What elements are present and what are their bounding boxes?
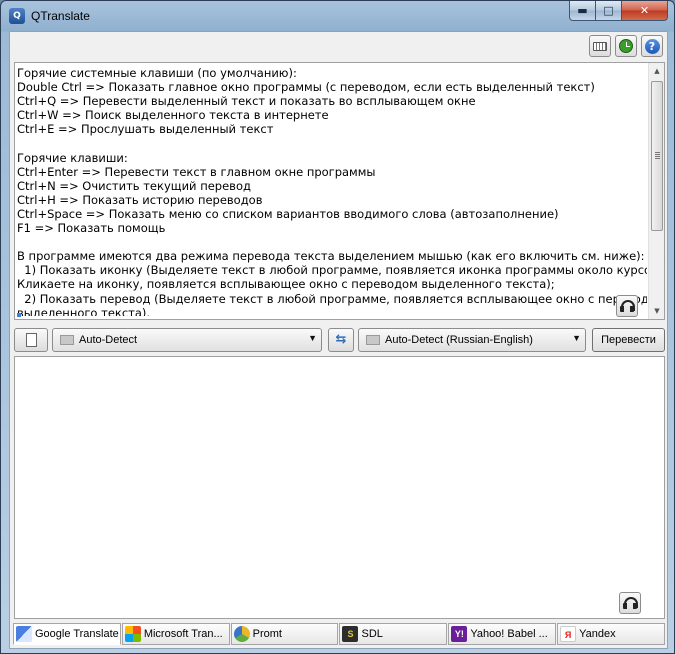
promt-icon [233, 626, 250, 642]
source-text-area[interactable]: Горячие системные клавиши (по умолчанию)… [14, 62, 665, 320]
title-bar[interactable]: Q QTranslate ▬ □ ✕ [1, 1, 674, 31]
tab-promt[interactable]: Promt [230, 623, 339, 645]
window-title: QTranslate [31, 9, 90, 23]
swap-languages-button[interactable]: ⇆ [328, 328, 354, 352]
language-bar: Auto-Detect ▼ ⇆ Auto-Detect (Russian-Eng… [14, 328, 665, 352]
language-flag-icon [60, 335, 74, 345]
main-panel: ? Горячие системные клавиши (по умолчани… [9, 31, 668, 649]
tab-google-translate[interactable]: Google Translate [13, 623, 121, 645]
scroll-down-arrow-icon[interactable]: ▼ [649, 303, 665, 319]
help-icon: ? [644, 38, 660, 54]
new-document-icon [26, 333, 37, 347]
clock-icon [619, 39, 633, 53]
translator-tabs: Google Translate Microsoft Tran... Promt… [13, 623, 666, 645]
translate-button[interactable]: Перевести [592, 328, 665, 352]
result-text-area[interactable] [14, 356, 665, 619]
top-toolbar: ? [589, 35, 663, 57]
chevron-down-icon: ▼ [308, 333, 317, 343]
tab-yahoo-babel-fish[interactable]: Y! Yahoo! Babel ... [448, 623, 557, 645]
new-translation-button[interactable] [14, 328, 48, 352]
tab-label: Google Translate [35, 628, 119, 640]
tab-yandex[interactable]: Я Yandex [557, 623, 665, 645]
text-cursor-marker [17, 313, 21, 317]
google-translate-icon [16, 626, 32, 642]
result-text[interactable] [18, 360, 638, 560]
yandex-icon: Я [560, 626, 577, 642]
maximize-button[interactable]: □ [596, 1, 622, 21]
headphones-icon [623, 597, 638, 609]
tab-microsoft-translator[interactable]: Microsoft Tran... [121, 623, 230, 645]
headphones-icon [620, 300, 635, 312]
source-language-value: Auto-Detect [79, 334, 138, 346]
target-language-select[interactable]: Auto-Detect (Russian-English) ▼ [358, 328, 586, 352]
listen-source-button[interactable] [616, 295, 638, 317]
yahoo-icon: Y! [451, 626, 468, 642]
language-flag-icon [366, 335, 380, 345]
source-scrollbar[interactable]: ▲ ▼ [648, 63, 664, 319]
grip-icon [655, 152, 660, 159]
tab-label: SDL [361, 628, 383, 640]
listen-result-button[interactable] [619, 592, 641, 614]
target-language-value: Auto-Detect (Russian-English) [385, 334, 533, 346]
caption-buttons: ▬ □ ✕ [569, 1, 668, 21]
scroll-up-arrow-icon[interactable]: ▲ [649, 63, 665, 79]
source-language-select[interactable]: Auto-Detect ▼ [52, 328, 322, 352]
tab-sdl[interactable]: S SDL [339, 623, 448, 645]
app-window: Q QTranslate ▬ □ ✕ ? Горячие системные к… [0, 0, 675, 654]
qtranslate-app-icon[interactable]: Q [9, 8, 25, 24]
virtual-keyboard-button[interactable] [589, 35, 611, 57]
microsoft-icon [124, 626, 141, 642]
minimize-button[interactable]: ▬ [569, 1, 596, 21]
history-button[interactable] [615, 35, 637, 57]
tab-label: Promt [252, 628, 282, 640]
tab-label: Microsoft Tran... [143, 628, 223, 640]
tab-label: Yandex [579, 628, 616, 640]
tab-label: Yahoo! Babel ... [470, 628, 548, 640]
virtual-keyboard-icon [593, 41, 607, 51]
chevron-down-icon: ▼ [572, 333, 581, 343]
close-button[interactable]: ✕ [622, 1, 668, 21]
scrollbar-thumb[interactable] [651, 81, 663, 231]
sdl-icon: S [342, 626, 359, 642]
help-button[interactable]: ? [641, 35, 663, 57]
source-text[interactable]: Горячие системные клавиши (по умолчанию)… [17, 66, 647, 316]
